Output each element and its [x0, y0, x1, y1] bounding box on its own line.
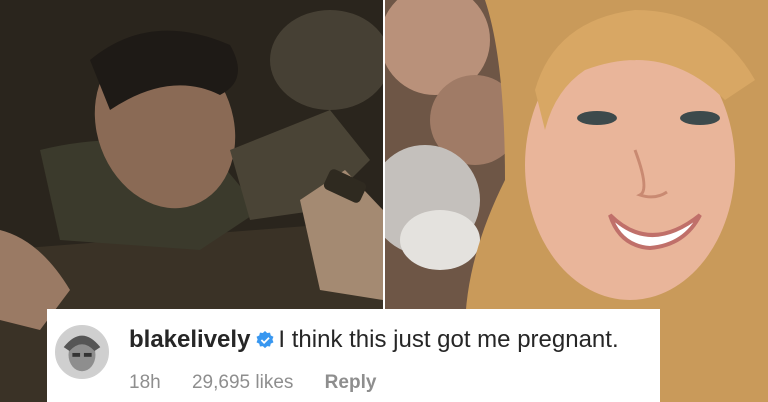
- username-link[interactable]: blakelively: [129, 326, 250, 353]
- comment-timestamp[interactable]: 18h: [129, 372, 161, 393]
- verified-badge-icon: [256, 328, 274, 356]
- reply-button[interactable]: Reply: [325, 372, 377, 393]
- avatar[interactable]: [55, 325, 109, 379]
- comment-meta: 18h 29,695 likes Reply: [129, 372, 402, 394]
- likes-count[interactable]: 29,695 likes: [192, 372, 293, 393]
- instagram-comment: blakelively I think this just got me preg…: [47, 309, 660, 402]
- comment-text: I think this just got me pregnant.: [278, 326, 619, 353]
- profile-avatar-icon: [56, 326, 108, 378]
- comment-line: blakelively I think this just got me preg…: [129, 326, 619, 356]
